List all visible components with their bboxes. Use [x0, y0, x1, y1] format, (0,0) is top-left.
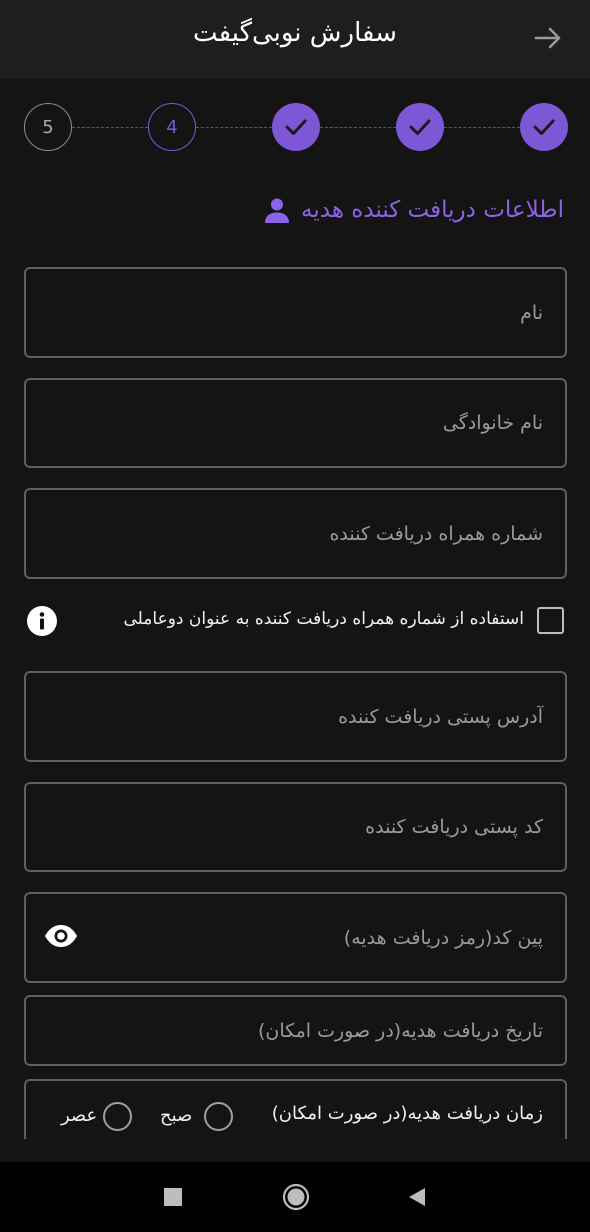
- step-connector: [320, 127, 396, 128]
- first-name-field[interactable]: نام: [24, 267, 567, 358]
- step-3: [272, 103, 320, 151]
- first-name-placeholder: نام: [520, 301, 543, 324]
- arrow-right-icon[interactable]: [532, 22, 564, 54]
- two-factor-checkbox[interactable]: [537, 607, 564, 634]
- step-connector: [444, 127, 520, 128]
- last-name-placeholder: نام خانوادگی: [442, 412, 543, 434]
- app-header: سفارش نوبی‌گیفت: [0, 0, 590, 78]
- address-field[interactable]: آدرس پستی دریافت کننده: [24, 671, 567, 762]
- pin-field[interactable]: پین کد(رمز دریافت هدیه): [24, 892, 567, 983]
- check-icon: [285, 119, 307, 135]
- delivery-time-group: زمان دریافت هدیه(در صورت امکان) صبح عصر: [24, 1079, 567, 1139]
- check-icon: [533, 119, 555, 135]
- step-connector: [72, 127, 148, 128]
- afternoon-radio[interactable]: [103, 1102, 132, 1131]
- phone-field[interactable]: شماره همراه دریافت کننده: [24, 488, 567, 579]
- person-icon: [265, 198, 290, 223]
- afternoon-label: عصر: [61, 1105, 98, 1126]
- morning-radio[interactable]: [204, 1102, 233, 1131]
- info-icon[interactable]: [26, 605, 58, 637]
- pin-placeholder: پین کد(رمز دریافت هدیه): [343, 926, 543, 949]
- delivery-time-label: زمان دریافت هدیه(در صورت امکان): [271, 1103, 543, 1124]
- phone-placeholder: شماره همراه دریافت کننده: [329, 522, 543, 545]
- last-name-field[interactable]: نام خانوادگی: [24, 378, 567, 468]
- recents-square-icon[interactable]: [160, 1184, 186, 1210]
- two-factor-label: استفاده از شماره همراه دریافت کننده به ع…: [123, 609, 525, 629]
- home-circle-icon[interactable]: [282, 1183, 310, 1211]
- morning-label: صبح: [160, 1105, 193, 1126]
- section-title: اطلاعات دریافت کننده هدیه: [301, 197, 564, 223]
- system-nav-bar: [0, 1162, 590, 1232]
- step-2: [396, 103, 444, 151]
- step-4: 4: [148, 103, 196, 151]
- step-number: 4: [166, 116, 178, 138]
- back-triangle-icon[interactable]: [404, 1184, 430, 1210]
- two-factor-row: استفاده از شماره همراه دریافت کننده به ع…: [26, 604, 564, 638]
- step-number: 5: [42, 116, 54, 138]
- date-placeholder: تاریخ دریافت هدیه(در صورت امکان): [257, 1019, 543, 1042]
- address-placeholder: آدرس پستی دریافت کننده: [338, 705, 543, 728]
- postal-code-placeholder: کد پستی دریافت کننده: [365, 816, 543, 838]
- page-title: سفارش نوبی‌گیفت: [193, 18, 397, 48]
- step-5: 5: [24, 103, 72, 151]
- eye-icon[interactable]: [44, 924, 78, 948]
- date-field[interactable]: تاریخ دریافت هدیه(در صورت امکان): [24, 995, 567, 1066]
- check-icon: [409, 119, 431, 135]
- step-1: [520, 103, 568, 151]
- postal-code-field[interactable]: کد پستی دریافت کننده: [24, 782, 567, 872]
- section-heading: اطلاعات دریافت کننده هدیه: [263, 196, 564, 224]
- progress-stepper: 5 4: [24, 103, 568, 151]
- step-connector: [196, 127, 272, 128]
